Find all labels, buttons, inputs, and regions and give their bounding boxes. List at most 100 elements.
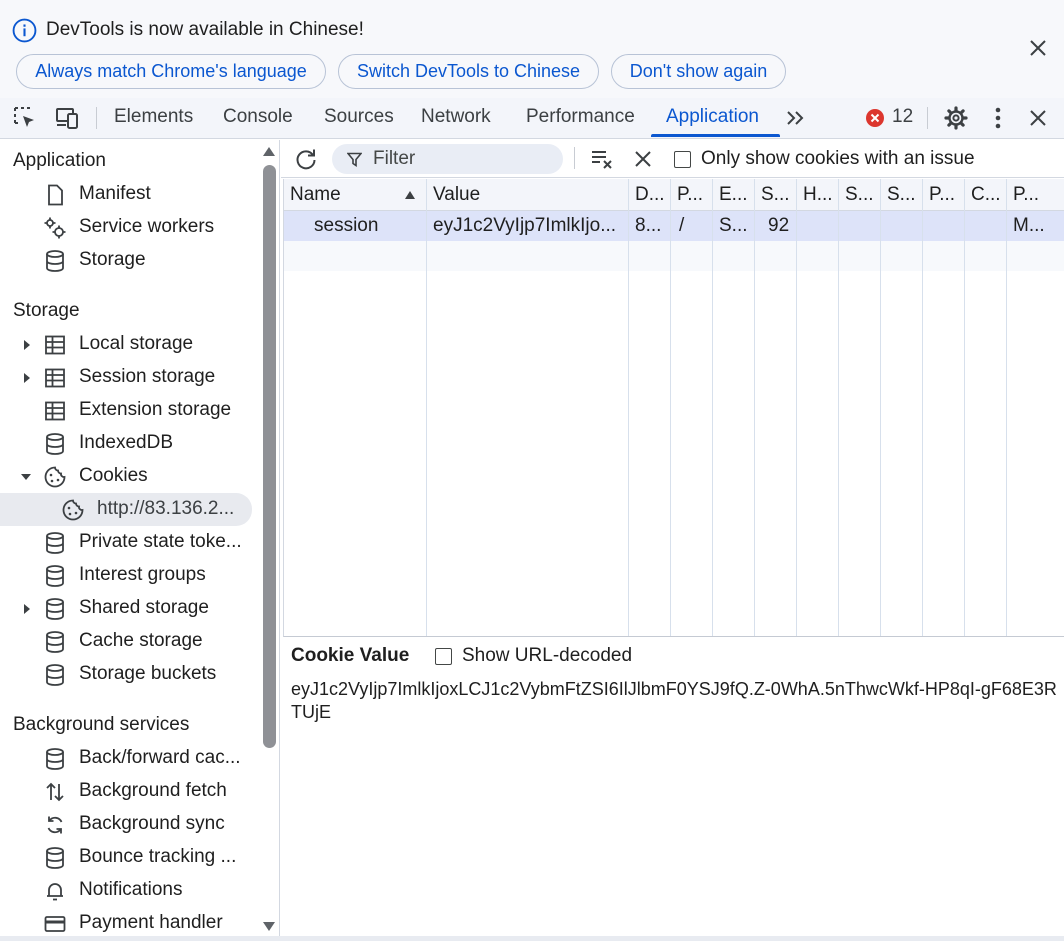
expand-arrow-icon[interactable] <box>22 603 32 615</box>
filter-input[interactable]: Filter <box>332 144 563 174</box>
cookie-icon <box>44 466 66 488</box>
sidebar-item-service-workers[interactable]: Service workers <box>0 211 255 244</box>
column-header-httponly[interactable]: H... <box>803 184 836 206</box>
cell-path[interactable]: / <box>679 215 709 237</box>
only-issues-checkbox[interactable] <box>674 151 691 168</box>
inspect-element-icon[interactable] <box>12 105 38 131</box>
tab-sources[interactable]: Sources <box>324 106 394 128</box>
tab-application[interactable]: Application <box>666 106 759 128</box>
sidebar-item-shared-storage[interactable]: Shared storage <box>0 592 255 625</box>
error-count[interactable]: 12 <box>892 106 913 128</box>
sidebar-item-bounce-tracking[interactable]: Bounce tracking ... <box>0 841 255 874</box>
column-header-size[interactable]: S... <box>761 184 794 206</box>
column-header-samesite[interactable]: S... <box>887 184 920 206</box>
expand-arrow-icon[interactable] <box>22 339 32 351</box>
sidebar-item-cookies[interactable]: Cookies <box>0 460 255 493</box>
column-header-cross-site[interactable]: C... <box>971 184 1004 206</box>
close-devtools-icon[interactable] <box>1025 105 1051 131</box>
column-divider <box>880 179 881 636</box>
tab-performance[interactable]: Performance <box>526 106 635 128</box>
sidebar-item-label: Shared storage <box>79 597 209 618</box>
sidebar-item-private-state-tokens[interactable]: Private state toke... <box>0 526 255 559</box>
sidebar-item-notifications[interactable]: Notifications <box>0 874 255 907</box>
sidebar-item-background-sync[interactable]: Background sync <box>0 808 255 841</box>
sidebar-item-interest-groups[interactable]: Interest groups <box>0 559 255 592</box>
column-divider <box>628 179 629 636</box>
delete-selected-icon[interactable] <box>632 148 654 170</box>
table-icon <box>45 401 65 421</box>
sidebar-item-storage-overview[interactable]: Storage <box>0 244 255 277</box>
cell-expires[interactable]: S... <box>719 215 752 237</box>
scrollbar-thumb[interactable] <box>263 165 276 748</box>
info-icon <box>12 18 37 43</box>
cell-value[interactable]: eyJ1c2VyIjp7ImlkIjo... <box>433 215 623 237</box>
column-header-partition-key[interactable]: P... <box>929 184 962 206</box>
sidebar-item-background-fetch[interactable]: Background fetch <box>0 775 255 808</box>
cookie-value-text[interactable]: eyJ1c2VyIjp7ImlkIjoxLCJ1c2VybmFtZSI6IlJl… <box>291 678 1061 724</box>
show-url-decoded-checkbox[interactable] <box>435 648 452 665</box>
sidebar-item-storage-buckets[interactable]: Storage buckets <box>0 658 255 691</box>
match-language-button[interactable]: Always match Chrome's language <box>16 54 326 89</box>
sort-ascending-icon[interactable] <box>404 190 416 200</box>
bell-icon <box>47 883 63 901</box>
tab-elements[interactable]: Elements <box>114 106 193 128</box>
column-header-domain[interactable]: D... <box>635 184 668 206</box>
cookie-value-pane: Cookie Value Show URL-decoded eyJ1c2VyIj… <box>281 638 1064 936</box>
sidebar-item-manifest[interactable]: Manifest <box>0 178 255 211</box>
device-toolbar-icon[interactable] <box>54 105 80 131</box>
database-icon <box>46 847 64 869</box>
scroll-down-arrow-icon[interactable] <box>262 921 276 933</box>
column-header-value[interactable]: Value <box>433 184 623 206</box>
sidebar-item-label: Cache storage <box>79 630 203 651</box>
database-icon <box>46 532 64 554</box>
table-icon <box>45 335 65 355</box>
tab-console[interactable]: Console <box>223 106 293 128</box>
sidebar-item-indexeddb[interactable]: IndexedDB <box>0 427 255 460</box>
application-sidebar: Application Manifest Service workers Sto… <box>0 140 280 936</box>
sidebar-item-payment-handler[interactable]: Payment handler <box>0 907 255 936</box>
column-header-expires[interactable]: E... <box>719 184 752 206</box>
cell-size[interactable]: 92 <box>768 215 794 237</box>
database-icon <box>46 565 64 587</box>
close-icon[interactable] <box>1027 37 1049 59</box>
sidebar-item-local-storage[interactable]: Local storage <box>0 328 255 361</box>
error-icon[interactable] <box>864 107 886 129</box>
refresh-icon[interactable] <box>293 146 319 172</box>
scroll-up-arrow-icon[interactable] <box>262 145 276 157</box>
cookie-icon <box>62 499 84 521</box>
sidebar-item-session-storage[interactable]: Session storage <box>0 361 255 394</box>
more-options-icon[interactable] <box>985 105 1011 131</box>
sidebar-item-cookie-origin[interactable]: http://83.136.2... <box>0 493 252 526</box>
section-storage[interactable]: Storage <box>13 300 80 322</box>
column-header-name[interactable]: Name <box>290 184 370 206</box>
section-application[interactable]: Application <box>13 150 106 172</box>
sidebar-item-extension-storage[interactable]: Extension storage <box>0 394 255 427</box>
column-header-path[interactable]: P... <box>677 184 710 206</box>
clear-all-icon[interactable] <box>589 146 615 172</box>
sidebar-item-cache-storage[interactable]: Cache storage <box>0 625 255 658</box>
collapse-arrow-icon[interactable] <box>20 472 32 482</box>
cell-domain[interactable]: 8... <box>635 215 668 237</box>
dont-show-again-button[interactable]: Don't show again <box>611 54 786 89</box>
column-divider <box>426 179 427 636</box>
database-icon <box>46 250 64 272</box>
sidebar-item-label: IndexedDB <box>79 432 174 453</box>
column-header-secure[interactable]: S... <box>845 184 878 206</box>
infobar-message: DevTools is now available in Chinese! <box>46 19 364 40</box>
sidebar-item-label: Cookies <box>79 465 148 486</box>
gears-icon <box>44 217 66 239</box>
column-divider <box>922 179 923 636</box>
gear-icon[interactable] <box>943 105 969 131</box>
section-background-services[interactable]: Background services <box>13 714 189 736</box>
more-tabs-icon[interactable] <box>783 105 809 131</box>
cell-name[interactable]: session <box>314 215 424 237</box>
sidebar-item-back-forward-cache[interactable]: Back/forward cac... <box>0 742 255 775</box>
expand-arrow-icon[interactable] <box>22 372 32 384</box>
show-url-decoded-label[interactable]: Show URL-decoded <box>462 645 632 667</box>
up-down-arrows-icon <box>46 782 64 802</box>
cell-priority[interactable]: M... <box>1013 215 1053 237</box>
tab-network[interactable]: Network <box>421 106 491 128</box>
switch-language-button[interactable]: Switch DevTools to Chinese <box>338 54 599 89</box>
column-header-priority[interactable]: P... <box>1013 184 1053 206</box>
only-issues-label[interactable]: Only show cookies with an issue <box>701 148 975 170</box>
